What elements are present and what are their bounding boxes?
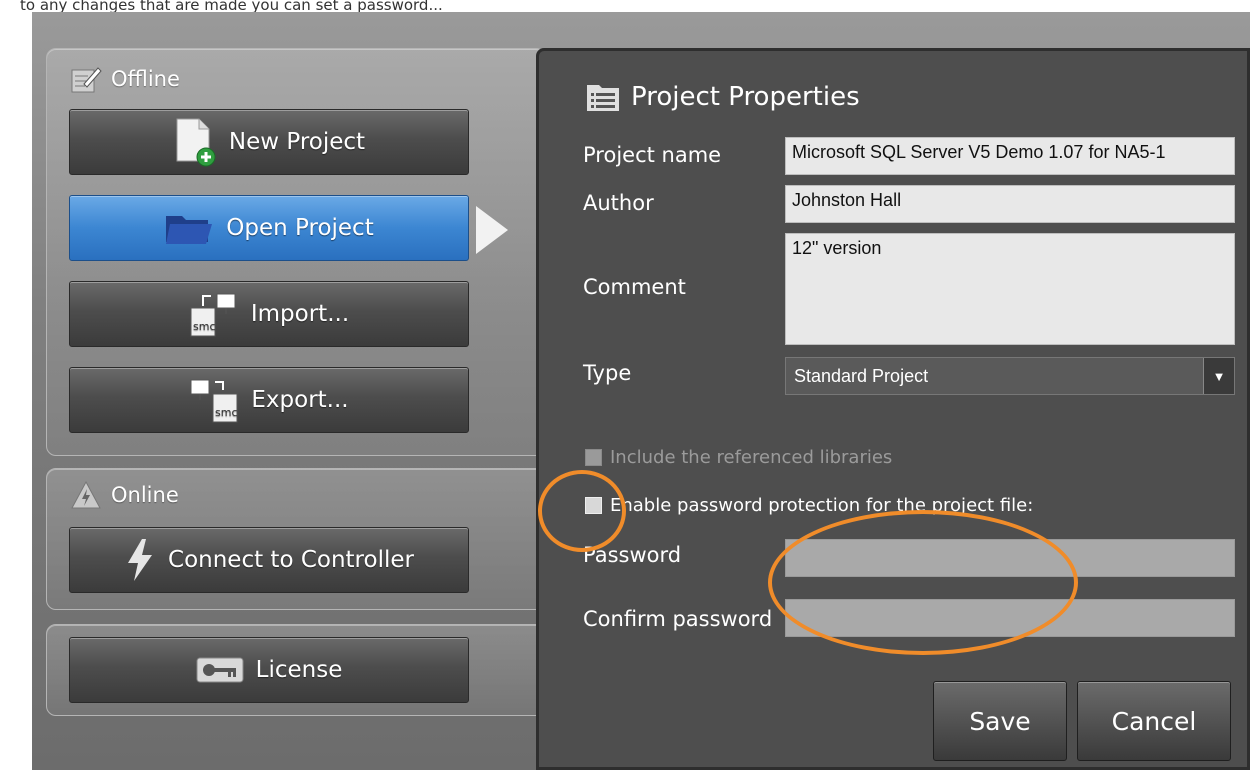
- export-icon: smc: [189, 376, 239, 424]
- new-project-label: New Project: [228, 129, 366, 155]
- svg-text:smc: smc: [215, 406, 238, 419]
- svg-text:smc: smc: [193, 320, 216, 333]
- type-label: Type: [583, 361, 632, 385]
- connect-controller-button[interactable]: Connect to Controller: [69, 527, 469, 593]
- type-select[interactable]: Standard Project ▼: [785, 357, 1235, 395]
- enable-password-checkbox[interactable]: [585, 497, 602, 514]
- include-libraries-checkbox[interactable]: [585, 449, 602, 466]
- project-name-label: Project name: [583, 143, 722, 167]
- project-properties-dialog: Project Properties Project name Microsof…: [536, 48, 1250, 770]
- warning-lightning-icon: [69, 479, 103, 511]
- license-label: License: [255, 657, 343, 683]
- dropdown-arrow-icon[interactable]: ▼: [1203, 358, 1234, 394]
- online-header: Online: [69, 477, 179, 513]
- import-label: Import...: [250, 301, 350, 327]
- offline-panel: Offline New Project Open Project smc Imp…: [46, 48, 546, 456]
- app-window: Offline New Project Open Project smc Imp…: [32, 12, 1250, 770]
- folder-icon: [164, 210, 214, 246]
- new-project-button[interactable]: New Project: [69, 109, 469, 175]
- selection-arrow-icon: [476, 206, 508, 254]
- enable-password-label: Enable password protection for the proje…: [610, 495, 1034, 516]
- open-project-label: Open Project: [226, 215, 374, 241]
- online-header-label: Online: [111, 483, 179, 507]
- enable-password-row: Enable password protection for the proje…: [585, 495, 1033, 516]
- confirm-password-label: Confirm password: [583, 607, 773, 631]
- comment-field[interactable]: 12" version: [785, 233, 1235, 345]
- offline-header-label: Offline: [111, 67, 180, 91]
- lightning-icon: [124, 537, 156, 583]
- new-document-icon: [173, 117, 217, 167]
- save-button[interactable]: Save: [933, 681, 1067, 761]
- export-button[interactable]: smc Export...: [69, 367, 469, 433]
- password-field[interactable]: [785, 539, 1235, 577]
- dialog-title-label: Project Properties: [631, 82, 860, 112]
- key-icon: [196, 657, 244, 683]
- cancel-button[interactable]: Cancel: [1077, 681, 1231, 761]
- confirm-password-field[interactable]: [785, 599, 1235, 637]
- type-select-value: Standard Project: [794, 365, 929, 386]
- project-name-field[interactable]: Microsoft SQL Server V5 Demo 1.07 for NA…: [785, 137, 1235, 175]
- connect-controller-label: Connect to Controller: [168, 547, 414, 573]
- license-button[interactable]: License: [69, 637, 469, 703]
- export-label: Export...: [251, 387, 349, 413]
- properties-list-icon: [585, 81, 621, 113]
- include-libraries-row: Include the referenced libraries: [585, 447, 892, 468]
- open-project-button[interactable]: Open Project: [69, 195, 469, 261]
- offline-header: Offline: [69, 61, 180, 97]
- dialog-title: Project Properties: [585, 81, 860, 113]
- author-field[interactable]: Johnston Hall: [785, 185, 1235, 223]
- license-panel: License: [46, 624, 546, 716]
- password-label: Password: [583, 543, 682, 567]
- import-icon: smc: [189, 290, 239, 338]
- author-label: Author: [583, 191, 654, 215]
- include-libraries-label: Include the referenced libraries: [610, 447, 893, 468]
- pencil-notes-icon: [69, 63, 103, 95]
- online-panel: Online Connect to Controller: [46, 468, 546, 610]
- comment-label: Comment: [583, 275, 686, 299]
- import-button[interactable]: smc Import...: [69, 281, 469, 347]
